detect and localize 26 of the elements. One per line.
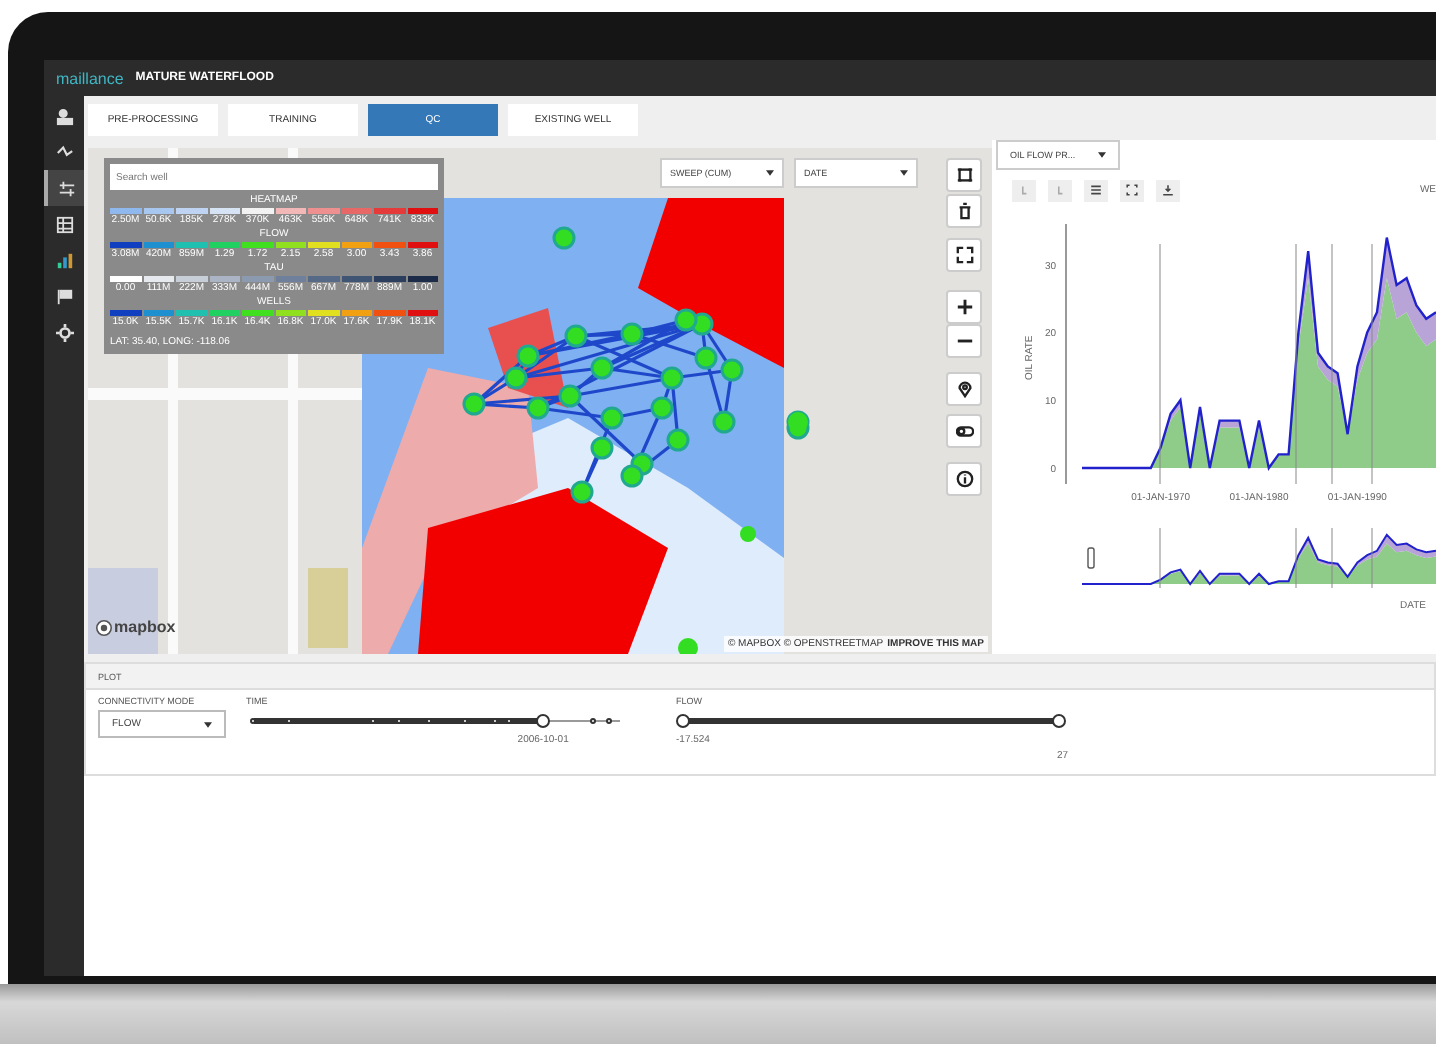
fullscreen-icon — [955, 246, 973, 264]
menu-icon[interactable] — [1084, 179, 1108, 201]
caret-icon — [766, 170, 774, 176]
expand-icon[interactable] — [1120, 179, 1144, 201]
toggle-button[interactable] — [946, 414, 982, 448]
download-icon[interactable] — [1156, 179, 1180, 201]
selection-box-icon — [955, 166, 973, 184]
info-icon — [955, 470, 973, 488]
plus-icon — [955, 298, 973, 316]
zoom-in-button[interactable] — [946, 290, 982, 324]
info-button[interactable] — [946, 462, 982, 496]
trash-button[interactable] — [946, 194, 982, 228]
caret-icon — [1098, 152, 1106, 158]
trash-icon — [955, 202, 973, 220]
zoom-out-button[interactable] — [946, 324, 982, 358]
time-slider[interactable] — [254, 712, 620, 730]
mapbox-logo: mapbox — [96, 618, 176, 636]
fullscreen-button[interactable] — [946, 238, 982, 272]
pin-button[interactable] — [946, 372, 982, 406]
sliders-nav-icon[interactable] — [44, 170, 84, 206]
app-logo: maillance — [56, 69, 124, 87]
caret-icon — [204, 721, 212, 727]
pin-icon — [955, 380, 973, 398]
select-box-button[interactable] — [946, 158, 982, 192]
caret-icon — [900, 170, 908, 176]
toggle-icon — [955, 422, 973, 440]
